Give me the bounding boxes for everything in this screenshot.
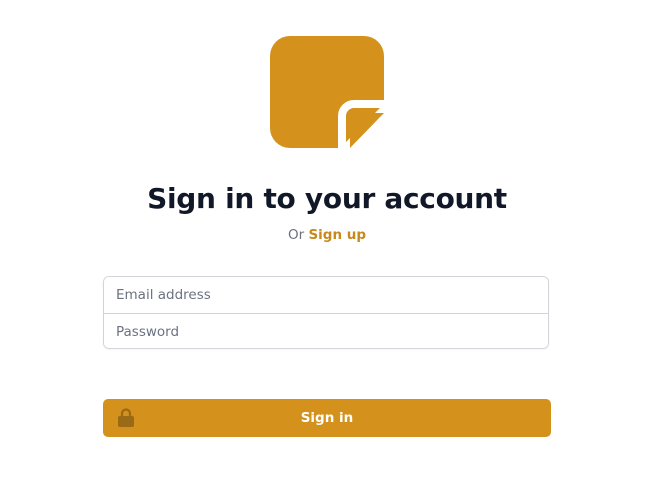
credentials-fields [103,276,549,349]
signin-page: Sign in to your account Or Sign up Sign … [0,0,664,498]
signup-prompt: Or Sign up [0,226,654,244]
password-field[interactable] [104,314,548,348]
page-title: Sign in to your account [147,182,507,215]
email-field[interactable] [104,277,548,314]
signup-prefix: Or [287,227,305,243]
signup-link[interactable]: Sign up [308,227,366,243]
sticky-note-icon [270,36,384,148]
signin-button-label: Sign in [300,410,354,426]
signin-button[interactable]: Sign in [103,399,551,437]
